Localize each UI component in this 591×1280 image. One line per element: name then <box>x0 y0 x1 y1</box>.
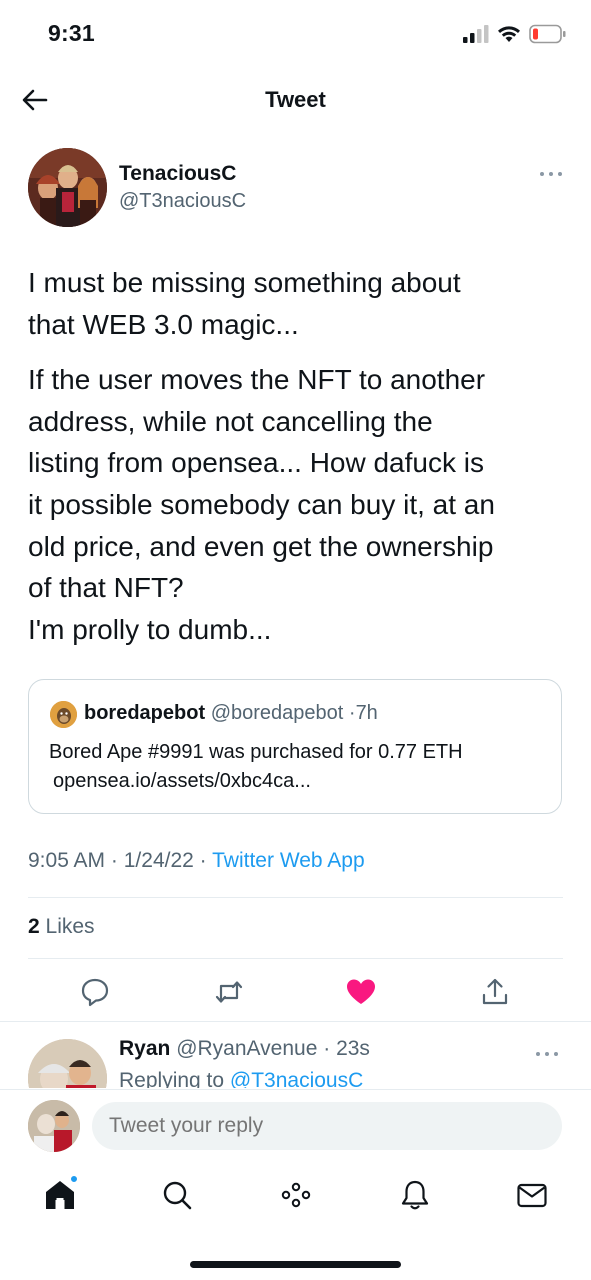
tweet-source-link[interactable]: Twitter Web App <box>212 849 365 872</box>
tab-search[interactable] <box>160 1178 194 1212</box>
user-avatar[interactable] <box>28 1100 80 1152</box>
reply-button[interactable] <box>79 976 111 1008</box>
page-title: Tweet <box>265 87 326 112</box>
cellular-signal-icon <box>463 25 489 43</box>
reply-compose-bar <box>0 1089 591 1159</box>
divider <box>28 958 563 959</box>
reply-input[interactable] <box>92 1102 562 1150</box>
search-icon <box>163 1181 192 1210</box>
tweet-action-bar <box>0 972 591 1012</box>
tweet-time: 9:05 AM <box>28 849 106 872</box>
messages-icon <box>517 1183 547 1208</box>
meta-separator: · <box>110 849 118 872</box>
share-button[interactable] <box>479 976 511 1008</box>
more-dots-icon <box>536 1052 558 1056</box>
share-icon <box>482 978 508 1005</box>
home-notification-dot <box>69 1174 79 1184</box>
author-name[interactable]: TenaciousC <box>119 162 236 186</box>
tweet-more-button[interactable] <box>539 166 563 176</box>
home-indicator <box>190 1261 401 1268</box>
reply-author-name: Ryan <box>119 1037 171 1060</box>
quote-separator: · <box>348 702 356 724</box>
tab-messages[interactable] <box>515 1178 549 1212</box>
likes-number: 2 <box>28 915 40 938</box>
retweet-button[interactable] <box>213 976 245 1008</box>
author-avatar[interactable] <box>28 148 107 227</box>
replying-to: Replying to @T3naciousC <box>119 1069 363 1088</box>
tweet-paragraph: If the user moves the NFT to another add… <box>28 364 495 645</box>
retweet-icon <box>215 981 243 1003</box>
quote-author-handle: @boredapebot <box>210 702 344 724</box>
top-nav-bar: Tweet <box>0 70 591 130</box>
tweet-text: I must be missing something about that W… <box>28 262 568 664</box>
reply-more-button[interactable] <box>535 1046 559 1056</box>
wifi-icon <box>498 26 520 42</box>
bottom-tab-bar <box>0 1160 591 1230</box>
author-handle[interactable]: @T3naciousC <box>119 190 246 213</box>
like-icon-filled <box>347 979 375 1004</box>
tweet-date: 1/24/22 <box>123 849 194 872</box>
reply-separator: · <box>317 1037 337 1060</box>
reply-author-avatar[interactable] <box>28 1039 107 1088</box>
tweet-author: TenaciousC @T3naciousC <box>28 148 563 230</box>
quote-author-name: boredapebot <box>84 702 206 724</box>
replying-prefix: Replying to <box>119 1069 225 1088</box>
quoted-tweet[interactable]: boredapebot @boredapebot ·7h Bored Ape #… <box>28 679 562 814</box>
tab-spaces[interactable] <box>279 1178 313 1212</box>
likes-label: Likes <box>45 915 95 938</box>
meta-separator: · <box>199 849 207 872</box>
spaces-icon <box>281 1182 311 1208</box>
reply-author-handle: @RyanAvenue <box>176 1037 318 1060</box>
battery-low-icon <box>529 24 566 44</box>
reply-icon <box>81 978 109 1007</box>
quote-link: opensea.io/assets/0xbc4ca... <box>53 770 311 792</box>
tweet-timestamp: 9:05 AM · 1/24/22 · Twitter Web App <box>28 849 365 873</box>
status-time: 9:31 <box>48 20 95 46</box>
tab-home[interactable] <box>43 1174 79 1212</box>
notifications-icon <box>401 1180 429 1210</box>
tweet-paragraph: I must be missing something about that W… <box>28 267 461 340</box>
quote-line: Bored Ape #9991 was purchased for 0.77 E… <box>49 741 463 763</box>
divider <box>28 897 563 898</box>
reply-age: 23s <box>336 1037 370 1060</box>
tab-notifications[interactable] <box>398 1178 432 1212</box>
replying-mention[interactable]: @T3naciousC <box>230 1069 363 1088</box>
more-dots-icon <box>540 172 562 176</box>
quote-age: 7h <box>355 702 378 724</box>
status-icons <box>463 24 567 44</box>
status-bar: 9:31 <box>0 0 591 70</box>
reply-tweet[interactable]: Ryan @RyanAvenue · 23s Replying to @T3na… <box>0 1022 591 1088</box>
likes-count[interactable]: 2 Likes <box>28 915 95 939</box>
reply-header: Ryan @RyanAvenue · 23s <box>119 1037 370 1061</box>
like-button[interactable] <box>345 976 377 1008</box>
quote-avatar <box>50 701 77 728</box>
quote-body: Bored Ape #9991 was purchased for 0.77 E… <box>49 738 463 796</box>
quote-header: boredapebot @boredapebot ·7h <box>84 702 378 725</box>
